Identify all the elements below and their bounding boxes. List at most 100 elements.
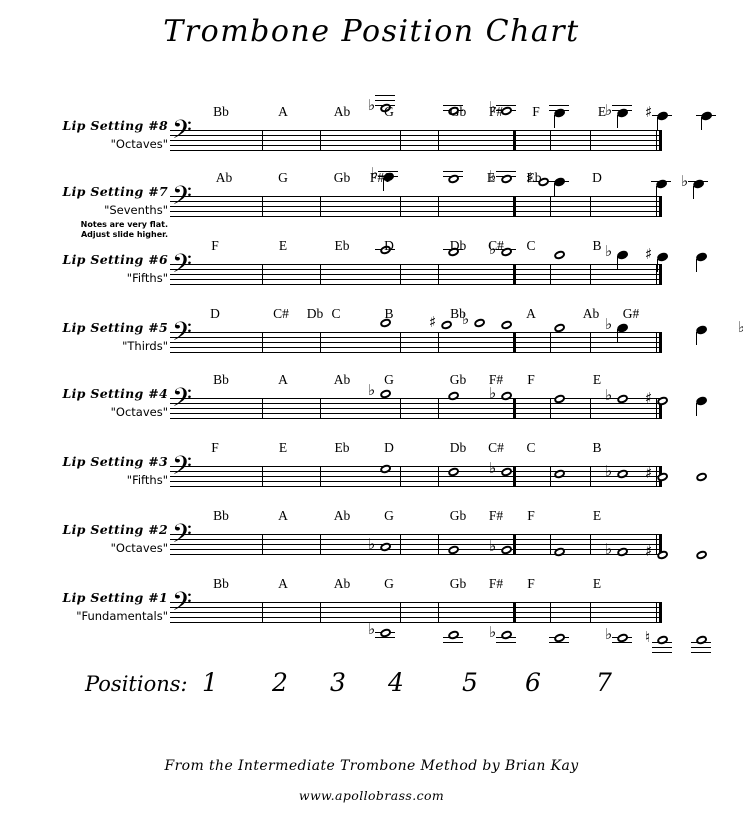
note-label: E (597, 104, 607, 119)
note-label: F (527, 372, 535, 387)
barline (550, 196, 551, 217)
staff-line (170, 617, 662, 618)
accidental: ♭ (605, 242, 613, 260)
note-label: C (526, 238, 536, 253)
label-lip-setting-4: Lip Setting #4 "Octaves" (48, 386, 168, 419)
barline (513, 602, 516, 623)
position-number-7: 7 (596, 668, 612, 697)
staff-line (170, 206, 662, 207)
ledger-line (612, 105, 632, 107)
note-label: Gb (449, 576, 467, 591)
barline (590, 264, 591, 285)
staff-line (170, 284, 662, 285)
accidental: ♭ (368, 381, 376, 399)
staff-line (170, 274, 662, 275)
note-label: F# (488, 576, 504, 591)
staff-line (170, 140, 662, 141)
staff-line (170, 612, 662, 613)
accidental: ♭ (368, 534, 376, 553)
note-label: E (592, 576, 602, 591)
note-label: F# (488, 508, 504, 523)
barline (438, 130, 439, 151)
barline (320, 196, 321, 217)
lip-setting-name: Lip Setting #4 (62, 386, 168, 401)
barline (400, 332, 401, 353)
note-label: A (278, 508, 288, 523)
note-label: G (384, 372, 394, 387)
accidental: ♭ (605, 315, 613, 333)
note-label: G# (622, 306, 640, 321)
barline (438, 602, 439, 623)
barline (400, 264, 401, 285)
note-label: Ab (333, 508, 351, 523)
staff-line (170, 486, 662, 487)
staff: 𝄢 ♭ ♭ ♭ ♯ (170, 383, 708, 420)
lip-setting-name: Lip Setting #2 (62, 522, 168, 537)
staff: 𝄢 ♭ ♭ ♯ (170, 241, 708, 286)
footer-attribution: From the Intermediate Trombone Method by… (164, 758, 579, 774)
lip-setting-note: Notes are very flat. Adjust slide higher… (80, 220, 168, 239)
staff-line (170, 196, 662, 197)
staff-line (170, 145, 662, 146)
note-head (446, 390, 460, 402)
barline (262, 130, 263, 151)
staff-line (170, 264, 662, 265)
staff: 𝄢 ♭ ♭ ♭ ♯ (170, 522, 708, 560)
ledger-line (549, 105, 569, 107)
lip-setting-name: Lip Setting #5 (62, 320, 168, 335)
staff-line (170, 602, 662, 603)
note-label: C# (488, 238, 504, 253)
final-barline-thin (656, 332, 657, 353)
note-label: Gb (449, 508, 467, 523)
accidental: ♭ (738, 317, 743, 336)
note-label: F# (369, 170, 385, 185)
bass-clef-icon: 𝄢 (172, 115, 192, 151)
barline (320, 602, 321, 623)
note-label: F (527, 508, 535, 523)
barline (513, 466, 516, 487)
staff-line (170, 413, 662, 414)
final-barline-thin (656, 130, 657, 151)
note-head (655, 634, 669, 646)
accidental: ♭ (489, 459, 497, 477)
note-label: Db (449, 440, 467, 455)
ledger-line (612, 642, 632, 644)
ledger-line (652, 647, 672, 649)
barline (438, 466, 439, 487)
note-head (552, 107, 566, 119)
note-label: Ab (333, 372, 351, 387)
note-label: G (384, 508, 394, 523)
barline (590, 466, 591, 487)
staff-line (170, 150, 662, 151)
lip-setting-name: Lip Setting #1 (62, 590, 168, 605)
accidental: ♯ (645, 388, 653, 407)
label-lip-setting-6: Lip Setting #6 "Fifths" (48, 252, 168, 285)
barline (590, 398, 591, 419)
barline (513, 332, 516, 353)
accidental: ♭ (368, 620, 376, 638)
accidental: ♭ (368, 95, 376, 114)
note-label: Bb (450, 306, 466, 321)
accidental: ♭ (489, 537, 497, 555)
lip-setting-name: Lip Setting #3 (62, 454, 168, 469)
bass-clef-icon: 𝄢 (172, 383, 192, 419)
barline (438, 398, 439, 419)
ledger-line (375, 637, 395, 639)
barline (320, 130, 321, 151)
note-head (499, 390, 513, 402)
barline (262, 264, 263, 285)
staff-line (170, 201, 662, 202)
note-head (694, 324, 708, 336)
ledger-line (549, 642, 569, 644)
barline (590, 196, 591, 217)
note-label: C# (273, 306, 289, 321)
ledger-line (375, 100, 395, 102)
barline (550, 332, 551, 353)
barline (550, 130, 551, 151)
accidental: ♭ (605, 386, 613, 404)
note-head (615, 546, 629, 558)
lip-setting-nickname: "Fifths" (126, 473, 168, 487)
note-label: D (592, 170, 602, 185)
label-lip-setting-1: Lip Setting #1 "Fundamentals" (48, 590, 168, 623)
positions-row: Positions: 1 2 3 4 5 6 7 (0, 668, 743, 708)
